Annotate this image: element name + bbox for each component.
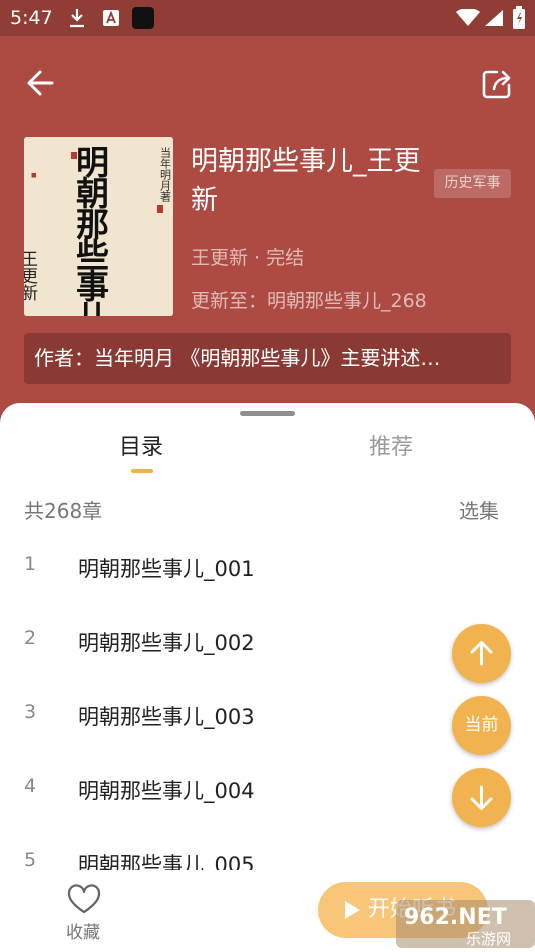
arrow-left-icon [27,70,54,96]
chapter-number: 1 [24,553,37,575]
book-title: 明朝那些事儿_王更新 [191,146,421,216]
cover-author-text: 当年明月著 [159,146,172,203]
chapter-list[interactable]: 1 明朝那些事儿_001 2 明朝那些事儿_002 3 明朝那些事儿_003 4… [0,533,535,870]
scroll-top-button[interactable] [452,624,511,683]
watermark-top: 962.NET [404,905,507,930]
watermark-logo: 962.NET 乐游网 [396,896,535,952]
arrow-down-icon [470,785,493,810]
status-bar: 5:47 [0,0,535,36]
current-chapter-button[interactable]: 当前 [452,696,511,755]
chapter-title: 明朝那些事儿_001 [78,557,255,581]
svg-text:◼: ◼ [31,171,37,179]
favorite-label: 收藏 [66,923,100,943]
sheet-drag-handle[interactable] [240,411,295,416]
share-button[interactable] [477,64,517,104]
book-author-status: 王更新 · 完结 [191,247,305,269]
chapter-title: 明朝那些事儿_005 [78,853,255,870]
battery-icon [512,6,526,34]
book-latest-update: 更新至：明朝那些事儿_268 [191,290,427,312]
back-button[interactable] [22,64,62,104]
arrow-up-icon [470,641,493,666]
app-notification-icon [102,8,120,32]
tab-catalog[interactable]: 目录 [119,429,163,461]
watermark-bottom: 乐游网 [466,930,511,948]
select-episodes-button[interactable]: 选集 [459,495,499,524]
scroll-bottom-button[interactable] [452,768,511,827]
wifi-icon [456,7,480,31]
tab-indicator [131,469,153,473]
download-icon [68,8,86,32]
genre-badge[interactable]: 历史军事 [434,169,511,198]
tab-recommend[interactable]: 推荐 [369,429,413,461]
chapter-title: 明朝那些事儿_002 [78,631,255,655]
app-square-icon [131,6,155,34]
book-description[interactable]: 作者：当年明月 《明朝那些事儿》主要讲述… [24,333,511,384]
cover-side-text: 王更新 [24,250,38,301]
book-cover[interactable]: 王更新 ◼ 明朝那些事儿 当年明月著 [24,137,173,316]
list-item[interactable]: 5 明朝那些事儿_005 [0,829,535,870]
chapter-title: 明朝那些事儿_003 [78,705,255,729]
cover-main-text: 明朝那些事儿 [71,145,110,316]
favorite-button[interactable] [64,884,104,918]
signal-icon [484,9,504,31]
book-header: 王更新 ◼ 明朝那些事儿 当年明月著 明朝那些事儿_王更新 历史军事 王更新 ·… [0,36,535,436]
chapter-number: 4 [24,775,37,797]
chapter-number: 5 [24,849,37,870]
share-icon [482,70,511,99]
heart-icon [67,884,101,914]
play-icon [345,901,360,919]
chapter-count: 共268章 [24,499,103,523]
chapter-number: 2 [24,627,37,649]
chapter-sheet: 目录 推荐 共268章 选集 1 明朝那些事儿_001 2 明朝那些事儿_002… [0,403,535,952]
chapter-number: 3 [24,701,37,723]
list-item[interactable]: 1 明朝那些事儿_001 [0,533,535,607]
cover-artwork: 王更新 ◼ 明朝那些事儿 当年明月著 [24,137,173,316]
chapter-title: 明朝那些事儿_004 [78,779,255,803]
status-time: 5:47 [10,7,53,29]
